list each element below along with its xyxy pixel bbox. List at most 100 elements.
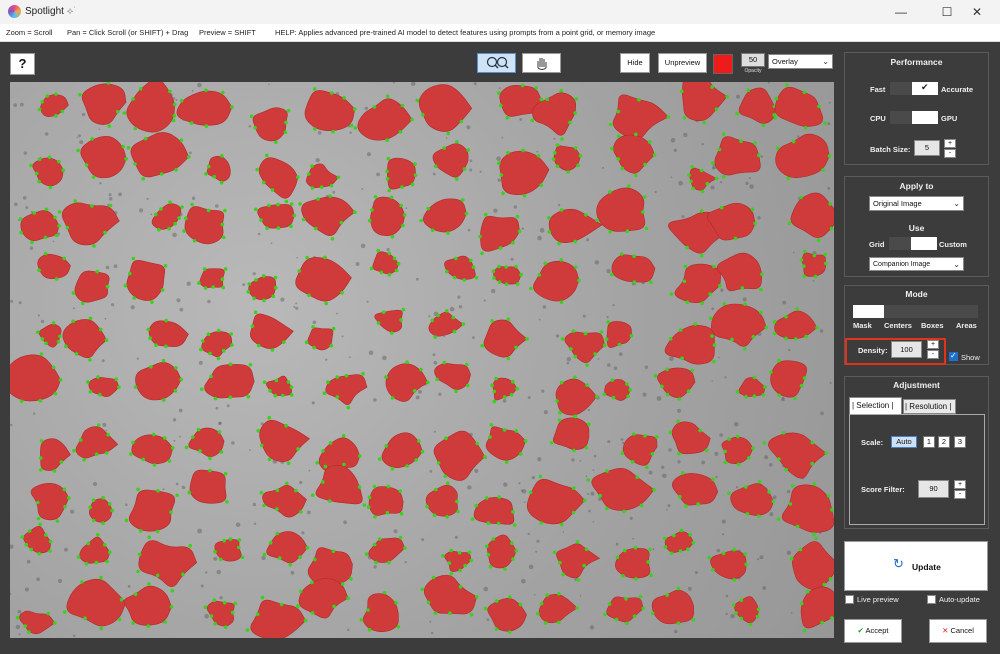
prompt-point	[529, 286, 533, 291]
prompt-point	[772, 331, 777, 336]
minimize-button[interactable]: —	[878, 0, 924, 24]
tab-selection[interactable]: | Selection |	[849, 397, 902, 414]
speckle	[105, 265, 110, 270]
prompt-point	[84, 561, 89, 566]
prompt-point	[744, 562, 749, 567]
speed-toggle[interactable]: ✔	[890, 82, 938, 95]
prompt-point	[684, 504, 688, 508]
speckle	[252, 272, 256, 276]
prompt-point	[270, 348, 275, 352]
prompt-point	[38, 398, 43, 403]
close-window-button[interactable]: ✕	[954, 0, 1000, 24]
companion-image-select[interactable]: Companion Image ⌄	[869, 257, 964, 271]
prompt-point	[304, 340, 309, 345]
prompt-point	[182, 229, 186, 233]
display-mode-select[interactable]: Overlay ⌄	[768, 54, 833, 69]
prompt-point	[147, 535, 152, 540]
prompt-point	[164, 318, 168, 323]
prompt-point	[638, 594, 643, 599]
speckle	[81, 112, 86, 117]
prompt-point	[219, 450, 224, 454]
mode-option-centers[interactable]: Centers	[884, 321, 912, 330]
zoom-tool-button[interactable]	[477, 53, 516, 73]
accept-button[interactable]: ✔ Accept	[844, 619, 902, 643]
tab-resolution[interactable]: | Resolution |	[903, 399, 956, 414]
opacity-input[interactable]: 50	[741, 53, 765, 67]
score-filter-input[interactable]: 90	[918, 480, 949, 498]
overlay-color-swatch[interactable]	[713, 54, 733, 74]
hide-button[interactable]: Hide	[620, 53, 650, 73]
show-points-checkbox[interactable]: ✓	[949, 351, 958, 361]
prompt-point	[47, 155, 52, 159]
speckle	[449, 306, 455, 312]
mode-slider[interactable]	[853, 305, 978, 318]
batch-size-increment[interactable]: +	[944, 139, 956, 148]
batch-size-input[interactable]: 5	[914, 140, 940, 156]
speckle	[268, 83, 270, 86]
help-button[interactable]: ?	[10, 53, 35, 75]
prompt-point	[442, 146, 447, 150]
accurate-label: Accurate	[941, 85, 974, 94]
speckle	[519, 118, 523, 121]
pan-tool-button[interactable]	[522, 53, 561, 73]
prompt-point	[223, 625, 228, 629]
prompt-point	[29, 163, 33, 168]
prompt-point	[491, 269, 496, 273]
prompt-point	[573, 111, 577, 115]
prompt-point	[131, 97, 135, 101]
prompt-point	[188, 543, 192, 548]
prompt-point	[536, 153, 541, 158]
mode-option-boxes[interactable]: Boxes	[921, 321, 944, 330]
prompt-point	[426, 600, 431, 605]
prompt-point	[469, 558, 474, 563]
speckle	[668, 448, 672, 452]
update-button[interactable]: ↻ Update	[844, 541, 988, 591]
prompt-point	[76, 148, 80, 153]
prompt-point	[515, 214, 520, 219]
prompt-point	[804, 126, 808, 130]
prompt-point	[216, 356, 221, 361]
score-filter-increment[interactable]: +	[954, 480, 966, 489]
batch-size-decrement[interactable]: -	[944, 149, 956, 158]
prompt-point	[413, 173, 418, 177]
speckle	[108, 197, 113, 201]
prompt-point	[386, 484, 391, 489]
score-filter-decrement[interactable]: -	[954, 490, 966, 499]
prompt-point	[426, 206, 431, 211]
speckle	[714, 451, 719, 456]
speckle	[307, 510, 311, 515]
prompt-point	[553, 151, 557, 155]
speckle	[290, 570, 295, 575]
live-preview-checkbox[interactable]	[845, 595, 854, 604]
prompt-point	[64, 344, 68, 349]
speckle	[531, 475, 536, 480]
prompt-point	[167, 459, 172, 463]
apply-to-select[interactable]: Original Image ⌄	[869, 196, 964, 211]
prompt-point	[824, 451, 828, 456]
cancel-button[interactable]: ✕ Cancel	[929, 619, 987, 643]
prompt-point	[557, 592, 561, 596]
prompt-point	[822, 582, 827, 587]
device-toggle[interactable]	[890, 111, 938, 124]
scale-2-button[interactable]: 2	[938, 436, 950, 448]
mode-option-areas[interactable]: Areas	[956, 321, 977, 330]
prompt-point	[159, 172, 164, 176]
prompt-point	[505, 116, 510, 120]
scale-1-button[interactable]: 1	[923, 436, 935, 448]
prompt-point	[387, 188, 392, 193]
prompt-source-toggle[interactable]	[889, 237, 937, 250]
prompt-point	[121, 144, 125, 149]
segmentation-mask	[206, 156, 231, 182]
segmentation-mask	[538, 594, 578, 624]
prompt-point	[445, 515, 449, 519]
auto-update-checkbox[interactable]	[927, 595, 936, 604]
unpreview-button[interactable]: Unpreview	[658, 53, 707, 73]
speckle	[681, 215, 685, 219]
speckle	[756, 558, 760, 561]
mode-option-mask[interactable]: Mask	[853, 321, 872, 330]
scale-3-button[interactable]: 3	[954, 436, 966, 448]
prompt-point	[154, 343, 158, 348]
prompt-point	[704, 448, 709, 453]
image-viewport[interactable]	[10, 82, 834, 638]
scale-auto-button[interactable]: Auto	[891, 436, 917, 448]
